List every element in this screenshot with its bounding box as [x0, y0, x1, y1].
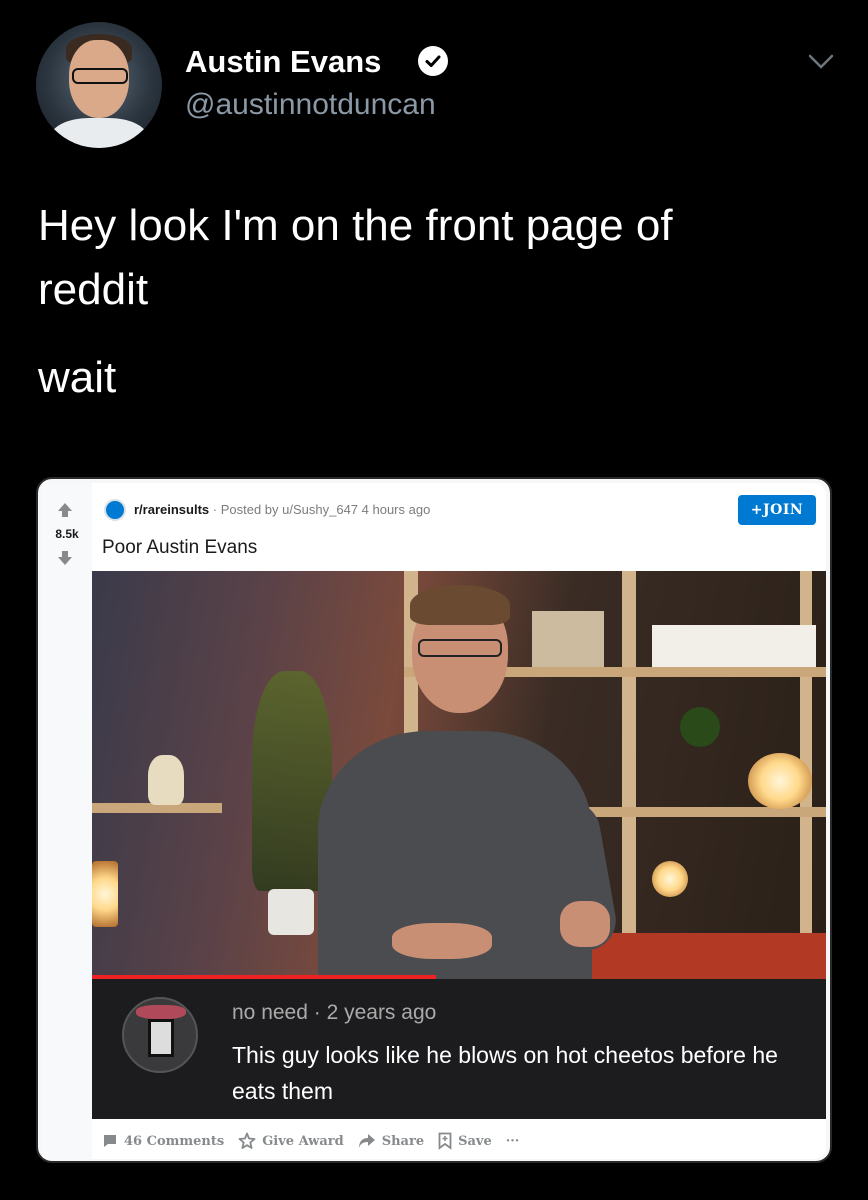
comments-button[interactable]: 46 Comments: [102, 1133, 224, 1149]
post-title[interactable]: Poor Austin Evans: [102, 537, 257, 559]
tweet-header: Austin Evans @austinnotduncan: [36, 22, 836, 152]
award-icon: [238, 1132, 256, 1150]
tweet-text-line-3: wait: [38, 353, 117, 402]
chevron-down-icon[interactable]: [807, 52, 835, 72]
user-handle[interactable]: @austinnotduncan: [185, 88, 436, 122]
lamp: [92, 861, 118, 927]
subreddit-icon[interactable]: [104, 499, 126, 521]
comment-text: This guy looks like he blows on hot chee…: [232, 1042, 778, 1104]
lamp: [652, 861, 688, 897]
share-arrow-icon: [358, 1133, 376, 1149]
avatar-roof: [136, 1005, 186, 1019]
avatar-glasses: [72, 68, 128, 84]
lamp: [748, 753, 812, 809]
plant-pot: [268, 889, 314, 935]
shelf-post: [622, 571, 636, 941]
tweet-text: Hey look I'm on the front page of reddit…: [38, 194, 838, 410]
profile-avatar[interactable]: [36, 22, 162, 148]
person-glasses: [418, 639, 502, 657]
tweet-text-line-1: Hey look I'm on the front page of: [38, 201, 673, 250]
more-options-button[interactable]: ···: [506, 1134, 520, 1149]
post-action-bar: 46 Comments Give Award Share Save ···: [102, 1129, 519, 1153]
more-dots-icon: ···: [505, 1133, 520, 1149]
share-label: Share: [381, 1133, 425, 1149]
person-hand: [560, 901, 610, 947]
vote-score: 8.5k: [55, 527, 79, 541]
give-award-button[interactable]: Give Award: [238, 1132, 344, 1150]
attached-screenshot[interactable]: 8.5k r/rareinsults · Posted by u/Sushy_6…: [36, 477, 832, 1163]
comment-overlay: no need · 2 years ago This guy looks lik…: [92, 979, 826, 1119]
join-button[interactable]: +JOIN: [738, 495, 816, 525]
comment-meta: no need · 2 years ago: [232, 1001, 437, 1024]
save-label: Save: [458, 1133, 492, 1149]
person-hair: [410, 585, 510, 625]
commenter-avatar: [122, 997, 198, 1073]
tweet-text-line-2: reddit: [38, 265, 149, 314]
person-hand: [392, 923, 492, 959]
downvote-arrow-icon[interactable]: [56, 549, 74, 567]
product-box: [532, 611, 604, 667]
plant: [680, 707, 720, 747]
give-award-label: Give Award: [262, 1133, 344, 1149]
share-button[interactable]: Share: [358, 1133, 424, 1149]
avatar-shirt: [50, 118, 148, 148]
display-name[interactable]: Austin Evans: [185, 44, 381, 80]
product-boxes: [652, 625, 816, 667]
save-bookmark-icon: [438, 1132, 452, 1150]
comments-label: 46 Comments: [124, 1133, 225, 1149]
posted-by: · Posted by u/Sushy_647 4 hours ago: [212, 502, 431, 517]
vote-column: 8.5k: [42, 483, 92, 1159]
post-image[interactable]: [92, 571, 826, 979]
figurine: [148, 755, 184, 805]
save-button[interactable]: Save: [438, 1132, 492, 1150]
comment-icon: [102, 1133, 118, 1149]
verified-badge-icon: [418, 46, 448, 76]
reddit-post[interactable]: 8.5k r/rareinsults · Posted by u/Sushy_6…: [42, 483, 826, 1159]
post-meta: r/rareinsults · Posted by u/Sushy_647 4 …: [134, 502, 430, 517]
subreddit-name[interactable]: r/rareinsults: [134, 502, 209, 517]
upvote-arrow-icon[interactable]: [56, 501, 74, 519]
avatar-door: [148, 1019, 174, 1057]
